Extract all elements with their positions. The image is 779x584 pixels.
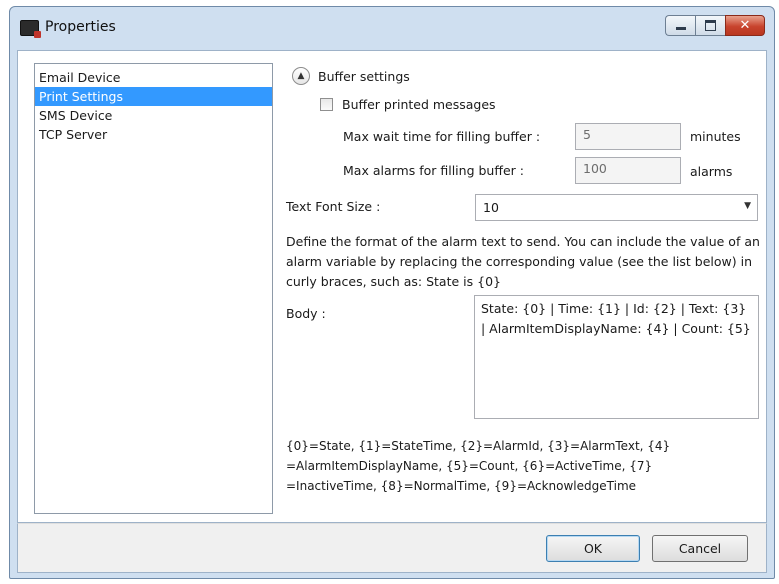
buffer-printed-label: Buffer printed messages: [342, 97, 496, 112]
collapse-buffer-button[interactable]: ▲: [292, 67, 310, 85]
body-label: Body :: [286, 306, 326, 321]
font-size-select[interactable]: 10 ▼: [475, 194, 758, 221]
list-item-sms-device[interactable]: SMS Device: [35, 106, 272, 125]
list-item-print-settings[interactable]: Print Settings: [35, 87, 272, 106]
window-title: Properties: [45, 19, 116, 35]
device-list[interactable]: Email Device Print Settings SMS Device T…: [34, 63, 273, 514]
properties-window: Properties ✕ Email Device Print Settings…: [9, 6, 775, 579]
body-textarea[interactable]: State: {0} | Time: {1} | Id: {2} | Text:…: [474, 295, 759, 419]
chevron-up-icon: ▲: [297, 71, 305, 81]
format-description: Define the format of the alarm text to s…: [286, 234, 760, 289]
close-icon: ✕: [739, 18, 751, 33]
max-alarms-input[interactable]: 100: [575, 157, 681, 184]
font-size-value: 10: [483, 200, 499, 215]
minimize-icon: [675, 27, 686, 30]
max-wait-label: Max wait time for filling buffer :: [343, 129, 541, 144]
chevron-down-icon: ▼: [744, 201, 751, 211]
ok-button[interactable]: OK: [546, 535, 640, 562]
list-item-email-device[interactable]: Email Device: [35, 68, 272, 87]
window-controls: ✕: [665, 15, 765, 37]
app-icon: [20, 20, 41, 38]
variable-legend: {0}=State, {1}=StateTime, {2}=AlarmId, {…: [286, 439, 671, 493]
button-bar: OK Cancel: [17, 523, 767, 573]
minimize-button[interactable]: [665, 15, 695, 36]
list-item-tcp-server[interactable]: TCP Server: [35, 125, 272, 144]
font-size-label: Text Font Size :: [286, 199, 381, 214]
buffer-settings-label: Buffer settings: [318, 69, 410, 84]
close-button[interactable]: ✕: [725, 15, 765, 36]
title-bar: Properties ✕: [10, 7, 774, 50]
dialog-content: Email Device Print Settings SMS Device T…: [17, 50, 767, 523]
max-wait-unit: minutes: [690, 129, 741, 144]
max-alarms-label: Max alarms for filling buffer :: [343, 163, 524, 178]
maximize-icon: [705, 20, 716, 31]
maximize-button[interactable]: [695, 15, 725, 36]
buffer-printed-checkbox[interactable]: [320, 98, 333, 111]
max-alarms-unit: alarms: [690, 164, 733, 179]
max-wait-input[interactable]: 5: [575, 123, 681, 150]
cancel-button[interactable]: Cancel: [652, 535, 748, 562]
